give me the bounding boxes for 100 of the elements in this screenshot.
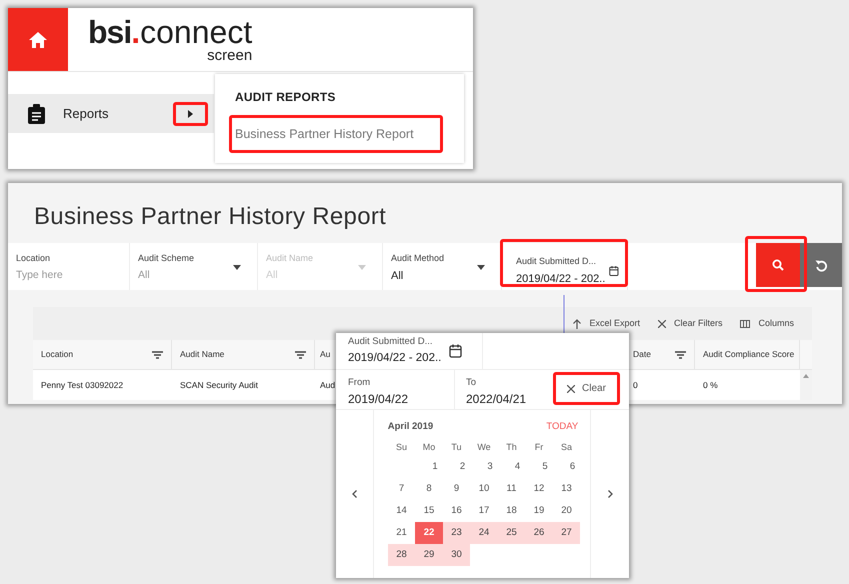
calendar-day[interactable]: 26 (525, 522, 553, 544)
clear-button[interactable]: Clear (557, 376, 616, 401)
toolbar-button[interactable]: Clear Filters (658, 316, 722, 330)
weekday-label: We (477, 441, 491, 454)
table-cell: SCAN Security Audit (180, 378, 258, 392)
column-header: Au (320, 348, 330, 361)
weekday-label: Th (506, 441, 517, 454)
calendar-day[interactable]: 14 (388, 500, 416, 522)
table-cell: Penny Test 03092022 (41, 378, 124, 392)
text-field[interactable]: Location Type here (8, 243, 130, 290)
weekday-label: Mo (422, 441, 436, 454)
calendar-day[interactable]: 13 (552, 478, 580, 500)
field-label: Audit Submitted D... (348, 335, 434, 350)
table-cell: 0 % (703, 378, 718, 392)
calendar-icon[interactable] (449, 344, 462, 358)
field-placeholder: All (138, 268, 151, 282)
logo-subtitle: screen (207, 48, 252, 63)
columns-icon (740, 320, 750, 328)
calendar-day[interactable]: 21 (388, 522, 416, 544)
field-value: 2019/04/22 (348, 391, 410, 408)
toolbar-button[interactable]: Columns (740, 316, 794, 330)
calendar-day[interactable]: 11 (498, 478, 526, 500)
search-icon (772, 259, 784, 271)
dropdown-caret-icon[interactable] (233, 265, 241, 270)
calendar-day[interactable]: 30 (442, 544, 470, 566)
field-label: From (348, 376, 372, 390)
home-icon (29, 32, 47, 48)
field-value: 2019/04/22 - 202.. (348, 350, 442, 366)
calendar-day[interactable]: 6 (558, 456, 586, 478)
search-button[interactable] (756, 243, 800, 287)
calendar-day[interactable]: 16 (442, 500, 470, 522)
month-label: April 2019 (388, 420, 434, 434)
calendar-day[interactable]: 15 (415, 500, 443, 522)
filter-icon[interactable] (675, 350, 686, 358)
from-date-field[interactable]: From 2019/04/22 (336, 370, 455, 409)
calendar-day[interactable]: 3 (476, 456, 504, 478)
filter-icon[interactable] (295, 350, 306, 358)
column-header: Location (41, 348, 74, 361)
field-placeholder: Type here (16, 268, 64, 282)
calendar-day[interactable]: 25 (498, 522, 526, 544)
date-range-field[interactable]: Audit Submitted D... 2019/04/22 - 202.. (502, 243, 628, 290)
column-header: Audit Compliance Score (703, 348, 794, 361)
calendar-day[interactable]: 20 (552, 500, 580, 522)
calendar-day[interactable]: 7 (388, 478, 416, 500)
field-label: Audit Method (391, 252, 446, 265)
table-cell: 0 (633, 378, 638, 392)
weekday-label: Tu (451, 441, 462, 454)
page-title: Business Partner History Report (33, 202, 388, 232)
logo-wordmark: bsi.connect (88, 14, 252, 50)
calendar-day[interactable]: 4 (504, 456, 532, 478)
field-value: 2019/04/22 - 202.. (516, 272, 606, 286)
calendar-day[interactable]: 18 (498, 500, 526, 522)
sidebar-item[interactable]: Reports (8, 94, 214, 133)
field-value: 2022/04/21 (466, 391, 528, 408)
date-range-field[interactable]: Audit Submitted D... 2019/04/22 - 202.. (336, 333, 483, 369)
column-header: Audit Name (180, 348, 224, 361)
toolbar-button[interactable]: Excel Export (573, 316, 640, 330)
to-date-field[interactable]: To 2022/04/21 (455, 370, 553, 409)
calendar-day[interactable]: 1 (421, 456, 449, 478)
scroll-up-icon[interactable] (803, 374, 809, 378)
field-value: All (391, 268, 404, 284)
calendar-day[interactable]: 29 (415, 544, 443, 566)
reset-icon (814, 258, 828, 272)
submenu-link[interactable]: Business Partner History Report (235, 124, 414, 144)
field-label: Audit Name (266, 252, 314, 265)
calendar-day[interactable]: 2 (448, 456, 476, 478)
weekday-label: Fr (534, 441, 544, 454)
calendar-icon[interactable] (609, 264, 619, 278)
sidebar-item-label: Reports (63, 104, 109, 123)
chevron-left-icon (352, 490, 357, 498)
calendar-day[interactable]: 12 (525, 478, 553, 500)
column-header: Date (633, 348, 651, 361)
close-icon (658, 320, 666, 328)
calendar-day[interactable]: 24 (470, 522, 498, 544)
calendar-day[interactable]: 27 (552, 522, 580, 544)
dropdown-field[interactable]: Audit Scheme All (130, 243, 258, 290)
table-cell: Aud (320, 378, 336, 392)
chevron-right-icon (608, 490, 613, 498)
calendar-day[interactable]: 28 (388, 544, 416, 566)
dropdown-field[interactable]: Audit Method All (383, 243, 502, 290)
calendar-day[interactable]: 5 (531, 456, 559, 478)
filter-icon[interactable] (152, 350, 163, 358)
calendar-day[interactable]: 17 (470, 500, 498, 522)
dropdown-caret-icon[interactable] (477, 265, 485, 270)
weekday-label: Sa (560, 441, 572, 454)
calendar-day[interactable]: 23 (442, 522, 470, 544)
field-label: Audit Scheme (138, 252, 196, 265)
home-button[interactable] (8, 8, 68, 71)
field-label: To (466, 376, 478, 390)
reset-button[interactable] (800, 243, 842, 287)
calendar-day[interactable]: 9 (442, 478, 470, 500)
calendar-day[interactable]: 8 (415, 478, 443, 500)
calendar-day[interactable]: 19 (525, 500, 553, 522)
submenu-heading: AUDIT REPORTS (235, 89, 337, 106)
field-label: Location (16, 252, 52, 265)
upload-arrow-icon (573, 318, 582, 328)
clipboard-icon (28, 104, 45, 124)
close-icon (567, 384, 576, 392)
expand-arrow-icon[interactable] (188, 110, 193, 118)
calendar-day[interactable]: 10 (470, 478, 498, 500)
